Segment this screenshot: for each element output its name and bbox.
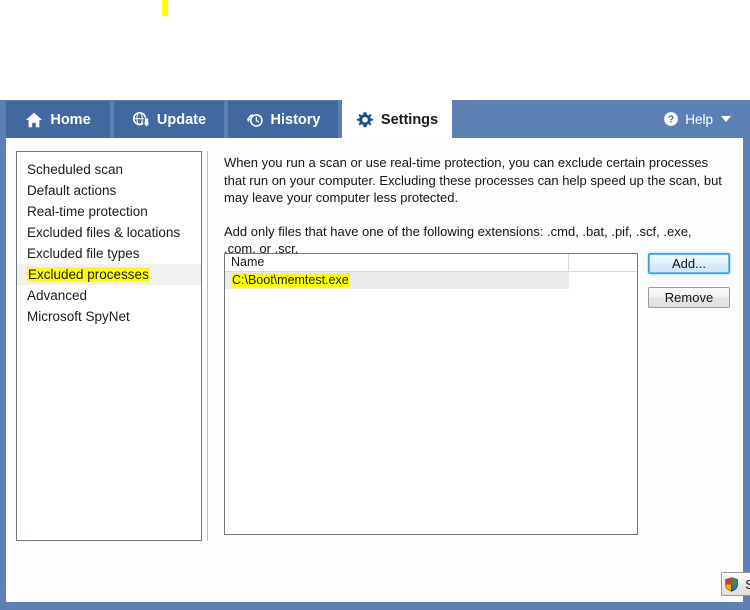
tab-update[interactable]: Update <box>114 100 224 138</box>
tab-settings[interactable]: Settings <box>342 100 452 138</box>
svg-text:?: ? <box>668 115 674 126</box>
tab-home-label: Home <box>50 111 91 128</box>
list-header-row: Name <box>225 254 637 272</box>
column-header-spacer[interactable] <box>569 254 637 271</box>
sidebar-item-label: Advanced <box>27 288 88 303</box>
tab-strip: Home Update History Settings ? Help <box>6 100 743 138</box>
remove-button[interactable]: Remove <box>648 287 730 308</box>
settings-category-list[interactable]: Scheduled scan Default actions Real-time… <box>16 151 202 541</box>
sidebar-item-label: Microsoft SpyNet <box>27 309 130 324</box>
table-row[interactable]: C:\Boot\memtest.exe <box>225 272 637 289</box>
column-header-name[interactable]: Name <box>225 254 569 271</box>
tab-home[interactable]: Home <box>6 100 110 138</box>
question-mark-icon: ? <box>664 112 679 126</box>
sidebar-item-label: Scheduled scan <box>27 162 124 177</box>
list-item-spacer <box>569 272 637 289</box>
excluded-processes-list[interactable]: Name C:\Boot\memtest.exe <box>224 253 638 535</box>
screenshot-root: Home Update History Settings ? Help Sche… <box>0 0 750 610</box>
tab-settings-label: Settings <box>380 111 439 128</box>
sidebar-item-excluded-file-types[interactable]: Excluded file types <box>17 243 201 264</box>
list-item-path: C:\Boot\memtest.exe <box>225 272 569 289</box>
tab-update-label: Update <box>156 111 207 128</box>
house-icon <box>26 112 43 127</box>
settings-client-area: Scheduled scan Default actions Real-time… <box>6 138 750 602</box>
uac-shield-icon <box>725 576 739 592</box>
sidebar-item-microsoft-spynet[interactable]: Microsoft SpyNet <box>17 306 201 327</box>
sidebar-item-excluded-files-locations[interactable]: Excluded files & locations <box>17 222 201 243</box>
save-changes-label: Save changes <box>745 576 750 592</box>
panel-divider <box>207 151 208 541</box>
chevron-down-icon <box>721 116 731 122</box>
clock-refresh-icon <box>246 113 263 127</box>
remove-button-label: Remove <box>664 290 714 305</box>
sidebar-item-advanced[interactable]: Advanced <box>17 285 201 306</box>
globe-download-icon <box>132 111 150 128</box>
stray-highlighter-mark <box>162 0 168 16</box>
sidebar-item-scheduled-scan[interactable]: Scheduled scan <box>17 159 201 180</box>
tab-history-label: History <box>270 111 321 128</box>
description-paragraph-1: When you run a scan or use real-time pro… <box>224 155 722 205</box>
help-menu-button[interactable]: ? Help <box>663 100 743 138</box>
description-block: When you run a scan or use real-time pro… <box>224 151 724 258</box>
sidebar-item-real-time-protection[interactable]: Real-time protection <box>17 201 201 222</box>
add-button[interactable]: Add... <box>648 253 730 274</box>
help-label: Help <box>685 111 713 127</box>
list-item-path-text: C:\Boot\memtest.exe <box>231 273 350 287</box>
sidebar-item-default-actions[interactable]: Default actions <box>17 180 201 201</box>
windows-defender-window: Home Update History Settings ? Help Sche… <box>0 100 750 610</box>
add-button-label: Add... <box>672 256 706 271</box>
sidebar-item-label: Excluded file types <box>27 246 140 261</box>
sidebar-item-label: Excluded processes <box>27 267 150 282</box>
sidebar-item-label: Default actions <box>27 183 117 198</box>
save-changes-button[interactable]: Save changes <box>721 572 750 596</box>
tab-history[interactable]: History <box>228 100 338 138</box>
sidebar-item-label: Excluded files & locations <box>27 225 181 240</box>
gear-icon <box>356 111 374 127</box>
sidebar-item-excluded-processes[interactable]: Excluded processes <box>17 264 201 285</box>
excluded-processes-panel: When you run a scan or use real-time pro… <box>214 151 750 596</box>
sidebar-item-label: Real-time protection <box>27 204 148 219</box>
